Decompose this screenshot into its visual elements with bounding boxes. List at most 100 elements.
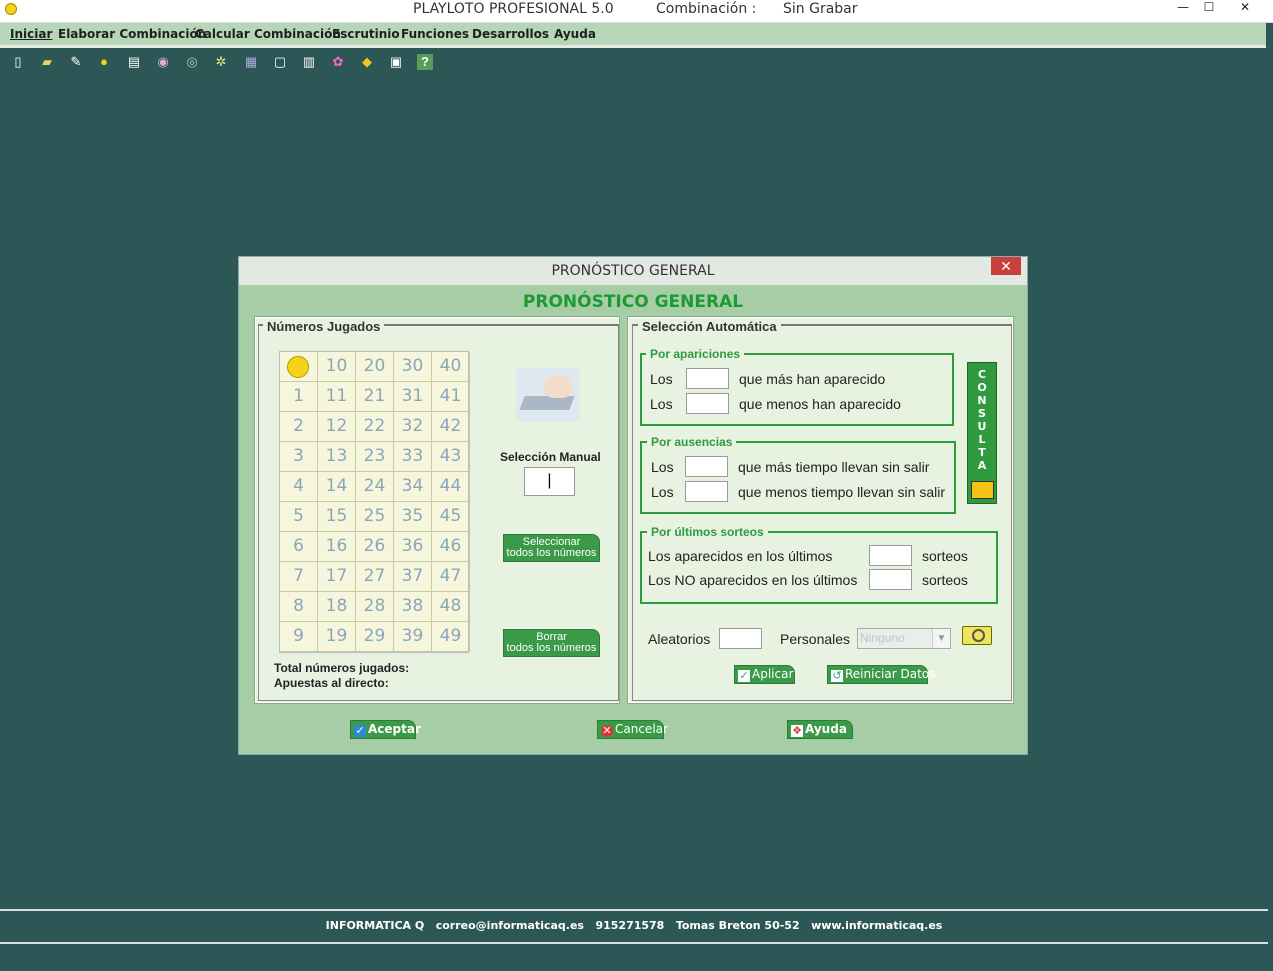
number-cell[interactable]: 32 xyxy=(394,412,432,442)
number-cell[interactable]: 31 xyxy=(394,382,432,412)
personales-select[interactable]: Ninguno ▼ xyxy=(857,628,951,649)
apariciones-row1-prefix: Los xyxy=(650,371,673,387)
seleccion-manual-input[interactable]: | xyxy=(524,467,575,496)
smiley-icon[interactable]: ● xyxy=(96,54,112,70)
number-cell[interactable]: 34 xyxy=(394,472,432,502)
print-icon[interactable]: ▥ xyxy=(301,54,317,70)
number-cell[interactable]: 1 xyxy=(280,382,318,412)
number-cell[interactable]: 27 xyxy=(356,562,394,592)
close-button[interactable]: ✕ xyxy=(1232,0,1258,14)
number-cell[interactable]: 45 xyxy=(432,502,470,532)
menu-ayuda[interactable]: Ayuda xyxy=(554,27,596,41)
calculator-icon[interactable]: ▦ xyxy=(243,54,259,70)
ultimos-row1-suffix: sorteos xyxy=(922,548,968,564)
por-ausencias-label: Por ausencias xyxy=(647,435,737,449)
number-cell[interactable]: 2 xyxy=(280,412,318,442)
number-cell[interactable]: 3 xyxy=(280,442,318,472)
mas-tiempo-input[interactable] xyxy=(685,456,728,477)
number-cell[interactable]: 36 xyxy=(394,532,432,562)
number-cell[interactable]: 30 xyxy=(394,352,432,382)
number-cell[interactable]: 40 xyxy=(432,352,470,382)
number-cell[interactable]: 13 xyxy=(318,442,356,472)
number-cell[interactable]: 19 xyxy=(318,622,356,652)
exit-icon[interactable]: ▣ xyxy=(388,54,404,70)
number-cell[interactable]: 17 xyxy=(318,562,356,592)
new-file-icon[interactable]: ▯ xyxy=(10,54,26,70)
open-folder-icon[interactable]: ▰ xyxy=(39,54,55,70)
aplicar-button[interactable]: ✓ Aplicar xyxy=(734,665,795,684)
number-cell[interactable]: 35 xyxy=(394,502,432,532)
clear-all-numbers-button[interactable]: Borrar todos los números xyxy=(503,629,600,657)
menu-escrutinio[interactable]: Escrutinio xyxy=(332,27,400,41)
number-cell[interactable]: 21 xyxy=(356,382,394,412)
select-all-numbers-button[interactable]: Seleccionar todos los números xyxy=(503,534,600,562)
number-cell[interactable]: 4 xyxy=(280,472,318,502)
number-cell[interactable]: 26 xyxy=(356,532,394,562)
number-cell[interactable]: 48 xyxy=(432,592,470,622)
badge-icon[interactable]: ◆ xyxy=(359,54,375,70)
number-cell[interactable]: 49 xyxy=(432,622,470,652)
number-cell[interactable]: 38 xyxy=(394,592,432,622)
number-cell[interactable]: 29 xyxy=(356,622,394,652)
number-cell[interactable]: 15 xyxy=(318,502,356,532)
menu-iniciar[interactable]: Iniciar xyxy=(10,27,52,41)
dialog-close-button[interactable]: ✕ xyxy=(991,257,1021,275)
number-cell[interactable]: 16 xyxy=(318,532,356,562)
number-cell[interactable]: 43 xyxy=(432,442,470,472)
menu-calcular-combinacion[interactable]: Calcular Combinación xyxy=(195,27,341,41)
number-cell[interactable]: 41 xyxy=(432,382,470,412)
number-cell[interactable]: 10 xyxy=(318,352,356,382)
cancelar-button[interactable]: ✕ Cancelar xyxy=(597,720,668,739)
number-cell[interactable]: 37 xyxy=(394,562,432,592)
number-cell[interactable]: 24 xyxy=(356,472,394,502)
aleatorios-input[interactable] xyxy=(719,628,762,649)
aparecidos-ultimos-input[interactable] xyxy=(869,545,912,566)
aceptar-button[interactable]: ✓ Aceptar xyxy=(350,720,421,739)
number-cell[interactable]: 44 xyxy=(432,472,470,502)
number-cell[interactable]: 9 xyxy=(280,622,318,652)
number-cell[interactable]: 33 xyxy=(394,442,432,472)
number-cell[interactable]: 8 xyxy=(280,592,318,622)
consulta-button[interactable]: CONSULTA xyxy=(967,362,997,504)
maximize-button[interactable]: ☐ xyxy=(1196,0,1222,14)
cancelar-label: Cancelar xyxy=(615,722,668,736)
reiniciar-datos-button[interactable]: ↺ Reiniciar Datos xyxy=(827,665,935,684)
globe-search-icon[interactable]: ◎ xyxy=(184,54,200,70)
number-cell[interactable]: 39 xyxy=(394,622,432,652)
minimize-button[interactable]: — xyxy=(1170,0,1196,14)
edit-icon[interactable]: ✎ xyxy=(68,54,84,70)
user-search-icon[interactable]: ◉ xyxy=(155,54,171,70)
ausencias-row1-prefix: Los xyxy=(651,459,674,475)
mas-aparecido-input[interactable] xyxy=(686,368,729,389)
number-cell[interactable]: 46 xyxy=(432,532,470,562)
number-cell[interactable]: 18 xyxy=(318,592,356,622)
number-cell[interactable]: 6 xyxy=(280,532,318,562)
number-cell[interactable]: 22 xyxy=(356,412,394,442)
flower-icon[interactable]: ✿ xyxy=(330,54,346,70)
menos-tiempo-input[interactable] xyxy=(685,481,728,502)
settings-icon[interactable]: ✲ xyxy=(213,54,229,70)
preview-icon[interactable]: ▢ xyxy=(272,54,288,70)
number-cell[interactable]: 28 xyxy=(356,592,394,622)
number-cell[interactable]: 14 xyxy=(318,472,356,502)
number-cell[interactable]: 25 xyxy=(356,502,394,532)
number-cell[interactable]: 23 xyxy=(356,442,394,472)
open-folder-search-icon[interactable] xyxy=(962,626,992,645)
number-cell[interactable]: 42 xyxy=(432,412,470,442)
menu-funciones[interactable]: Funciones xyxy=(401,27,469,41)
menos-aparecido-input[interactable] xyxy=(686,393,729,414)
menu-elaborar-combinacion[interactable]: Elaborar Combinación xyxy=(58,27,206,41)
number-cell[interactable]: 47 xyxy=(432,562,470,592)
no-aparecidos-ultimos-input[interactable] xyxy=(869,569,912,590)
consulta-letter: T xyxy=(978,446,986,459)
number-cell[interactable]: 7 xyxy=(280,562,318,592)
number-cell[interactable]: 12 xyxy=(318,412,356,442)
ayuda-button[interactable]: ❖ Ayuda xyxy=(787,720,853,739)
document-icon[interactable]: ▤ xyxy=(126,54,142,70)
smiley-icon[interactable] xyxy=(280,352,318,382)
number-cell[interactable]: 11 xyxy=(318,382,356,412)
number-cell[interactable]: 20 xyxy=(356,352,394,382)
number-cell[interactable]: 5 xyxy=(280,502,318,532)
help-icon[interactable]: ? xyxy=(417,54,433,70)
menu-desarrollos[interactable]: Desarrollos xyxy=(472,27,549,41)
